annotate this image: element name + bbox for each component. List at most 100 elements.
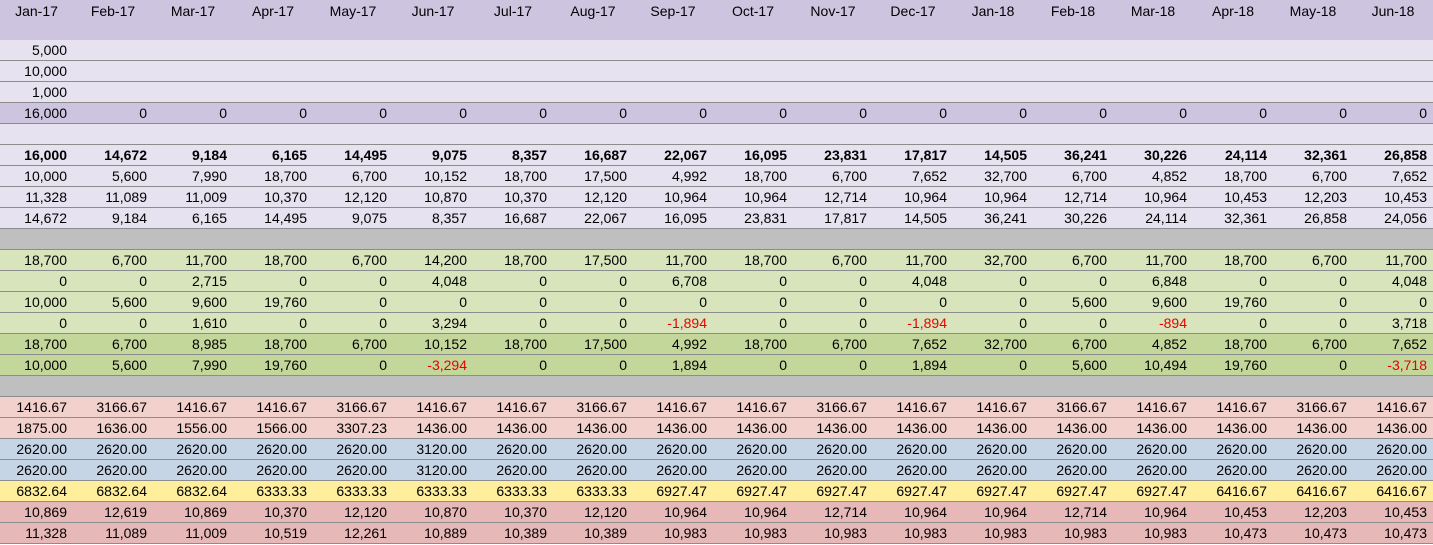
table-cell[interactable]: 6416.67 bbox=[1273, 481, 1353, 501]
table-cell[interactable]: 10,983 bbox=[793, 523, 873, 543]
table-cell[interactable] bbox=[153, 229, 233, 249]
table-cell[interactable]: 18,700 bbox=[473, 250, 553, 270]
table-cell[interactable]: 2620.00 bbox=[153, 460, 233, 480]
table-cell[interactable]: 14,505 bbox=[953, 145, 1033, 165]
table-cell[interactable] bbox=[553, 229, 633, 249]
table-cell[interactable]: 1636.00 bbox=[73, 418, 153, 438]
table-cell[interactable]: 0 bbox=[1193, 313, 1273, 333]
table-cell[interactable]: 16,095 bbox=[713, 145, 793, 165]
table-cell[interactable]: 22,067 bbox=[633, 145, 713, 165]
table-cell[interactable]: 11,089 bbox=[73, 523, 153, 543]
table-cell[interactable] bbox=[233, 376, 313, 396]
month-header-cell[interactable]: Feb-17 bbox=[73, 0, 153, 19]
table-cell[interactable]: 6,848 bbox=[1113, 271, 1193, 291]
table-cell[interactable]: 0 bbox=[553, 103, 633, 123]
table-cell[interactable]: 12,120 bbox=[553, 187, 633, 207]
table-cell[interactable]: 6,700 bbox=[313, 166, 393, 186]
month-header-cell[interactable]: Jan-18 bbox=[953, 0, 1033, 19]
table-cell[interactable]: 14,495 bbox=[233, 208, 313, 228]
table-cell[interactable]: 10,964 bbox=[633, 502, 713, 522]
table-cell[interactable] bbox=[633, 376, 713, 396]
table-cell[interactable] bbox=[473, 124, 553, 144]
table-cell[interactable]: 10,983 bbox=[873, 523, 953, 543]
table-cell[interactable]: 3,294 bbox=[393, 313, 473, 333]
table-cell[interactable]: 5,000 bbox=[0, 40, 73, 60]
table-cell[interactable] bbox=[713, 61, 793, 81]
table-cell[interactable]: 9,600 bbox=[153, 292, 233, 312]
table-cell[interactable]: 36,241 bbox=[1033, 145, 1113, 165]
table-cell[interactable]: 0 bbox=[473, 271, 553, 291]
table-cell[interactable]: 6,700 bbox=[1033, 250, 1113, 270]
table-cell[interactable] bbox=[1193, 124, 1273, 144]
table-cell[interactable]: 6927.47 bbox=[1113, 481, 1193, 501]
table-cell[interactable] bbox=[953, 82, 1033, 102]
table-cell[interactable]: 1436.00 bbox=[1193, 418, 1273, 438]
table-cell[interactable] bbox=[393, 40, 473, 60]
table-cell[interactable]: 0 bbox=[73, 103, 153, 123]
table-cell[interactable]: 6416.67 bbox=[1193, 481, 1273, 501]
table-cell[interactable]: 2,715 bbox=[153, 271, 233, 291]
table-cell[interactable]: 10,964 bbox=[953, 187, 1033, 207]
table-cell[interactable]: 10,370 bbox=[233, 187, 313, 207]
table-cell[interactable] bbox=[873, 229, 953, 249]
table-cell[interactable]: 0 bbox=[233, 103, 313, 123]
table-cell[interactable]: 0 bbox=[0, 271, 73, 291]
table-cell[interactable]: 23,831 bbox=[713, 208, 793, 228]
table-cell[interactable] bbox=[153, 82, 233, 102]
table-cell[interactable]: 23,831 bbox=[793, 145, 873, 165]
table-cell[interactable]: 12,714 bbox=[1033, 502, 1113, 522]
table-cell[interactable]: 2620.00 bbox=[0, 460, 73, 480]
table-cell[interactable]: 2620.00 bbox=[153, 439, 233, 459]
table-cell[interactable] bbox=[1033, 229, 1113, 249]
table-cell[interactable]: 6927.47 bbox=[873, 481, 953, 501]
table-cell[interactable] bbox=[953, 124, 1033, 144]
table-cell[interactable]: 6,700 bbox=[793, 166, 873, 186]
table-cell[interactable]: 6333.33 bbox=[393, 481, 473, 501]
table-cell[interactable]: 24,056 bbox=[1353, 208, 1433, 228]
table-cell[interactable]: 1416.67 bbox=[233, 397, 313, 417]
table-cell[interactable]: 7,652 bbox=[1353, 334, 1433, 354]
table-cell[interactable] bbox=[953, 229, 1033, 249]
table-cell[interactable]: 10,983 bbox=[713, 523, 793, 543]
table-cell[interactable]: 8,357 bbox=[473, 145, 553, 165]
table-cell[interactable] bbox=[633, 40, 713, 60]
table-cell[interactable]: 11,009 bbox=[153, 187, 233, 207]
table-cell[interactable]: 18,700 bbox=[713, 166, 793, 186]
table-cell[interactable]: 10,453 bbox=[1193, 502, 1273, 522]
month-header-cell[interactable]: Mar-17 bbox=[153, 0, 233, 19]
table-cell[interactable]: 8,985 bbox=[153, 334, 233, 354]
month-header-cell[interactable]: Jun-18 bbox=[1353, 0, 1433, 19]
table-cell[interactable] bbox=[393, 376, 473, 396]
table-cell[interactable]: 12,203 bbox=[1273, 502, 1353, 522]
table-cell[interactable]: 12,203 bbox=[1273, 187, 1353, 207]
table-cell[interactable]: 0 bbox=[953, 103, 1033, 123]
table-cell[interactable] bbox=[1113, 229, 1193, 249]
table-cell[interactable]: 0 bbox=[713, 313, 793, 333]
table-cell[interactable] bbox=[473, 376, 553, 396]
table-cell[interactable]: 1436.00 bbox=[393, 418, 473, 438]
table-cell[interactable]: 4,048 bbox=[873, 271, 953, 291]
table-cell[interactable]: 1436.00 bbox=[633, 418, 713, 438]
table-cell[interactable]: 1,610 bbox=[153, 313, 233, 333]
table-cell[interactable]: 1,000 bbox=[0, 82, 73, 102]
table-cell[interactable] bbox=[953, 61, 1033, 81]
table-cell[interactable]: 6832.64 bbox=[0, 481, 73, 501]
table-cell[interactable]: 6,700 bbox=[1033, 334, 1113, 354]
table-cell[interactable]: 2620.00 bbox=[233, 460, 313, 480]
table-cell[interactable] bbox=[73, 376, 153, 396]
table-cell[interactable]: 1436.00 bbox=[1033, 418, 1113, 438]
table-cell[interactable]: 32,361 bbox=[1273, 145, 1353, 165]
table-cell[interactable]: 18,700 bbox=[713, 250, 793, 270]
table-cell[interactable] bbox=[233, 61, 313, 81]
table-cell[interactable] bbox=[1033, 124, 1113, 144]
table-cell[interactable]: 2620.00 bbox=[1273, 439, 1353, 459]
table-cell[interactable]: 18,700 bbox=[233, 166, 313, 186]
table-cell[interactable]: 6,165 bbox=[153, 208, 233, 228]
table-cell[interactable] bbox=[313, 376, 393, 396]
table-cell[interactable]: 0 bbox=[553, 313, 633, 333]
table-cell[interactable]: 6333.33 bbox=[233, 481, 313, 501]
table-cell[interactable]: -894 bbox=[1113, 313, 1193, 333]
table-cell[interactable]: 1416.67 bbox=[153, 397, 233, 417]
table-cell[interactable]: 12,120 bbox=[313, 502, 393, 522]
table-cell[interactable] bbox=[1113, 124, 1193, 144]
